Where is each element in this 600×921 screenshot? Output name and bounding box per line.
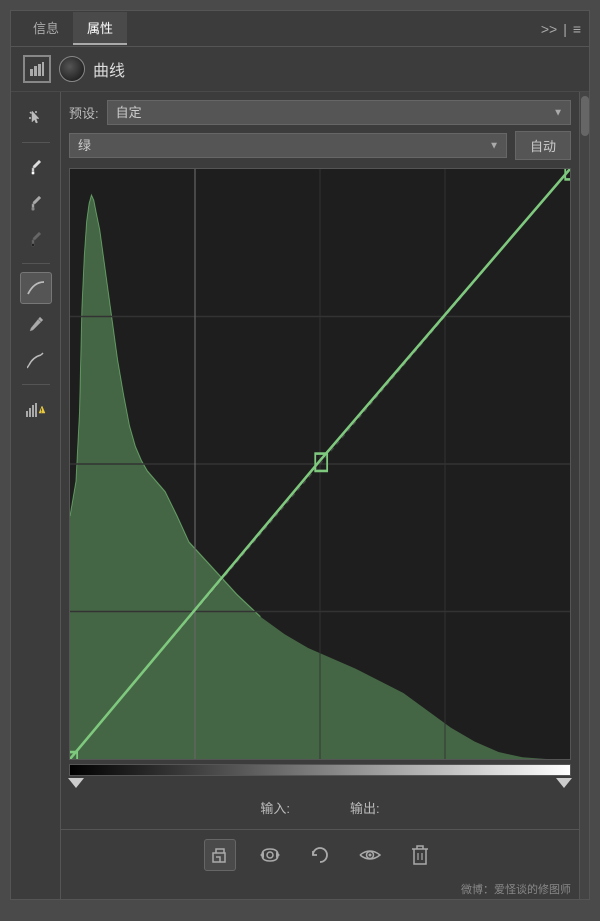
gradient-bar [69, 764, 571, 776]
properties-panel: 信息 属性 >> | ≡ 曲线 [10, 10, 590, 900]
bottom-toolbar [61, 829, 579, 879]
curves-graph[interactable] [69, 168, 571, 760]
histogram-icon-box [23, 55, 51, 83]
panel-title: 曲线 [93, 57, 125, 81]
pointer-tool[interactable] [20, 102, 52, 134]
divider-icon: | [563, 21, 567, 37]
preset-select[interactable]: 自定 默认 线性对比度 中等对比度 强对比度 [107, 100, 571, 125]
eyedropper-black-tool[interactable] [20, 223, 52, 255]
eyedropper-gray-tool[interactable] [20, 187, 52, 219]
preset-row: 预设: 自定 默认 线性对比度 中等对比度 强对比度 ▼ [69, 100, 571, 125]
tab-properties[interactable]: 属性 [73, 12, 127, 45]
curve-tool[interactable] [20, 272, 52, 304]
expand-icon[interactable]: >> [541, 21, 557, 37]
auto-button[interactable]: 自动 [515, 131, 571, 160]
delete-button[interactable] [404, 839, 436, 871]
scrollbar[interactable] [579, 92, 589, 899]
separator-2 [22, 263, 50, 264]
channel-select-wrapper: RGB 红 绿 蓝 ▼ [69, 133, 507, 158]
preset-label: 预设: [69, 103, 99, 122]
separator-3 [22, 384, 50, 385]
tab-info[interactable]: 信息 [19, 12, 73, 45]
clip-to-layer-button[interactable] [204, 839, 236, 871]
io-row: 输入: 输出: [69, 792, 571, 821]
gradient-handle-left-triangle[interactable] [68, 778, 84, 788]
right-panel: 预设: 自定 默认 线性对比度 中等对比度 强对比度 ▼ [61, 92, 579, 829]
smooth-tool[interactable] [20, 344, 52, 376]
tab-bar: 信息 属性 >> | ≡ [11, 11, 589, 47]
panel-content: 预设: 自定 默认 线性对比度 中等对比度 强对比度 ▼ [61, 92, 579, 899]
reset-button[interactable] [304, 839, 336, 871]
adj-header: 曲线 [11, 47, 589, 92]
gradient-handles [69, 776, 571, 792]
channel-row: RGB 红 绿 蓝 ▼ 自动 [69, 131, 571, 160]
main-area: ! 预设: 自定 默认 线性对比度 中等对比度 强对比度 [11, 92, 589, 899]
channel-select[interactable]: RGB 红 绿 蓝 [69, 133, 507, 158]
gradient-bar-row [69, 764, 571, 792]
menu-icon[interactable]: ≡ [573, 21, 581, 37]
gradient-bar-container [69, 764, 571, 792]
gradient-handle-right-triangle[interactable] [556, 778, 572, 788]
eyedropper-white-tool[interactable] [20, 151, 52, 183]
left-toolbar: ! [11, 92, 61, 899]
pencil-tool[interactable] [20, 308, 52, 340]
watermark: 微博：爱怪谈的修图师 [61, 879, 579, 899]
histogram-warning-tool[interactable]: ! [20, 393, 52, 425]
preset-select-wrapper: 自定 默认 线性对比度 中等对比度 强对比度 ▼ [107, 100, 571, 125]
separator-1 [22, 142, 50, 143]
view-previous-button[interactable] [254, 839, 286, 871]
circle-icon [59, 56, 85, 82]
visibility-button[interactable] [354, 839, 386, 871]
tab-actions: >> | ≡ [541, 21, 581, 37]
output-label: 输出: [350, 798, 380, 817]
input-label: 输入: [260, 798, 290, 817]
